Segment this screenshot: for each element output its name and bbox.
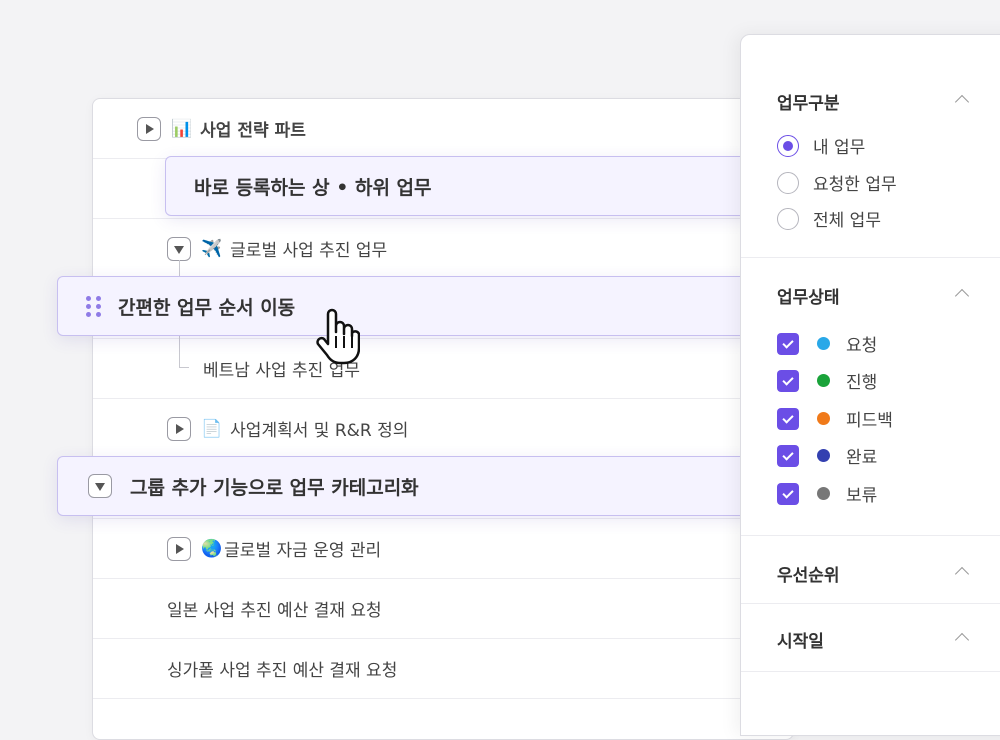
status-dot <box>817 374 830 387</box>
task-row-vietnam[interactable]: 베트남 사업 추진 업무 <box>93 339 793 399</box>
status-filter-hold[interactable]: 보류 <box>777 481 877 506</box>
task-row-singapore[interactable]: 싱가폴 사업 추진 예산 결재 요청 <box>93 639 793 699</box>
section-title-task-status: 업무상태 <box>777 288 840 308</box>
radio-label: 내 업무 <box>813 138 866 158</box>
hand-cursor-icon <box>316 308 360 365</box>
status-filter-feedback[interactable]: 피드백 <box>777 406 893 431</box>
play-icon <box>176 543 184 554</box>
chevron-up-icon[interactable] <box>954 288 970 304</box>
checkbox[interactable] <box>777 332 799 355</box>
banner-label: 바로 등록하는 상 • 하위 업무 <box>194 176 432 199</box>
status-filter-request[interactable]: 요청 <box>777 331 877 356</box>
status-label: 보류 <box>846 486 878 506</box>
task-row-global-business[interactable]: ✈️ 글로벌 사업 추진 업무 <box>93 219 793 279</box>
collapse-toggle-button[interactable] <box>167 236 191 261</box>
radio-my-tasks[interactable]: 내 업무 <box>777 133 865 158</box>
section-title-priority: 우선순위 <box>777 566 840 586</box>
radio-button[interactable] <box>777 134 799 157</box>
radio-label: 전체 업무 <box>813 211 881 231</box>
status-dot <box>817 412 830 425</box>
group-category-row[interactable]: 그룹 추가 기능으로 업무 카테고리화 <box>57 456 817 516</box>
expand-toggle-button[interactable] <box>167 536 191 561</box>
section-title-start-date: 시작일 <box>777 632 824 652</box>
status-filter-progress[interactable]: 진행 <box>777 368 877 393</box>
checkbox[interactable] <box>777 444 799 467</box>
checkbox[interactable] <box>777 407 799 430</box>
banner-label: 그룹 추가 기능으로 업무 카테고리화 <box>130 476 419 499</box>
bar-chart-icon: 📊 <box>171 118 193 139</box>
task-label: 일본 사업 추진 예산 결재 요청 <box>167 601 382 621</box>
radio-label: 요청한 업무 <box>813 175 897 195</box>
radio-requested-tasks[interactable]: 요청한 업무 <box>777 170 897 195</box>
chevron-up-icon[interactable] <box>954 566 970 582</box>
status-filter-done[interactable]: 완료 <box>777 443 877 468</box>
collapse-toggle-button[interactable] <box>88 474 112 498</box>
reorder-drag-row[interactable]: 간편한 업무 순서 이동 <box>57 276 817 336</box>
task-label: 사업계획서 및 R&R 정의 <box>230 421 409 441</box>
task-row-global-funds[interactable]: 🌏 글로벌 자금 운영 관리 <box>93 519 793 579</box>
chevron-down-icon <box>95 483 105 491</box>
divider <box>741 535 1000 536</box>
globe-icon: 🌏 <box>201 538 223 559</box>
checkbox[interactable] <box>777 369 799 392</box>
document-icon: 📄 <box>201 418 223 439</box>
radio-button[interactable] <box>777 171 799 194</box>
status-label: 완료 <box>846 448 878 468</box>
section-title-task-type: 업무구분 <box>777 94 840 114</box>
status-dot <box>817 487 830 500</box>
status-label: 요청 <box>846 336 878 356</box>
filter-panel: 업무구분 내 업무 요청한 업무 전체 업무 업무상태 요청 진행 피드백 완료 <box>740 34 1000 736</box>
task-label: 싱가폴 사업 추진 예산 결재 요청 <box>167 661 398 681</box>
status-dot <box>817 449 830 462</box>
chevron-up-icon[interactable] <box>954 632 970 648</box>
expand-toggle-button[interactable] <box>167 416 191 441</box>
task-label: 글로벌 사업 추진 업무 <box>230 241 388 261</box>
status-label: 피드백 <box>846 411 893 431</box>
divider <box>741 671 1000 672</box>
chevron-up-icon[interactable] <box>954 94 970 110</box>
divider <box>741 257 1000 258</box>
task-label: 사업 전략 파트 <box>200 121 306 141</box>
task-row-business-plan[interactable]: 📄 사업계획서 및 R&R 정의 <box>93 399 793 459</box>
chevron-down-icon <box>174 245 184 254</box>
radio-button[interactable] <box>777 207 799 230</box>
task-row-business-strategy[interactable]: 📊 사업 전략 파트 <box>93 99 793 159</box>
checkbox[interactable] <box>777 482 799 505</box>
tree-connector <box>179 367 189 368</box>
divider <box>741 603 1000 604</box>
status-dot <box>817 337 830 350</box>
expand-toggle-button[interactable] <box>137 116 161 141</box>
play-icon <box>176 423 184 434</box>
status-label: 진행 <box>846 373 878 393</box>
task-label: 글로벌 자금 운영 관리 <box>224 541 382 561</box>
radio-all-tasks[interactable]: 전체 업무 <box>777 206 881 231</box>
quick-register-banner: 바로 등록하는 상 • 하위 업무 <box>165 156 805 216</box>
task-row-japan[interactable]: 일본 사업 추진 예산 결재 요청 <box>93 579 793 639</box>
banner-label: 간편한 업무 순서 이동 <box>118 296 296 319</box>
airplane-icon: ✈️ <box>201 238 223 259</box>
play-icon <box>146 123 154 134</box>
drag-handle-icon[interactable] <box>86 295 102 317</box>
